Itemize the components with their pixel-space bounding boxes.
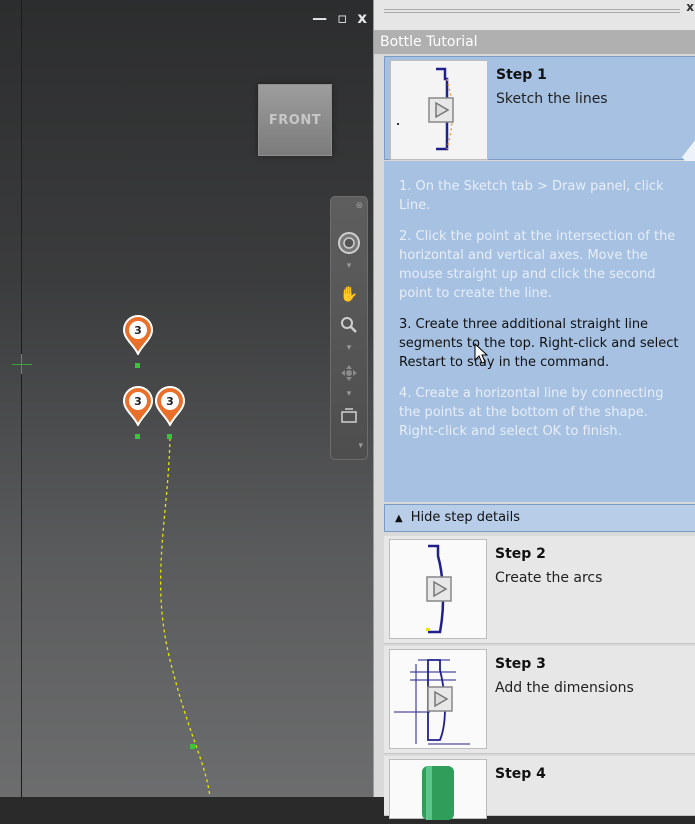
panel-drag-handle[interactable]: x xyxy=(374,0,695,30)
step-thumbnail[interactable] xyxy=(390,60,488,160)
sketch-point xyxy=(135,434,140,439)
sketch-canvas xyxy=(135,363,211,797)
step-description: Sketch the lines xyxy=(496,91,608,107)
step-description: Create the arcs xyxy=(495,570,603,586)
step-thumbnail[interactable] xyxy=(389,649,487,749)
pin-label: 3 xyxy=(129,392,147,410)
hide-details-label: Hide step details xyxy=(410,510,521,525)
collapse-triangle-icon: ▲ xyxy=(395,513,403,524)
detail-item: 2. Click the point at the intersection o… xyxy=(399,229,676,301)
step-thumbnail[interactable] xyxy=(389,539,487,639)
mouse-cursor-icon xyxy=(474,343,489,364)
constraint-pin[interactable]: 3 xyxy=(122,386,154,428)
sketch-point xyxy=(190,744,195,749)
step-thumbnail[interactable] xyxy=(389,759,487,820)
step-card-1[interactable]: Step 1 Sketch the lines xyxy=(384,56,695,175)
constraint-pin[interactable]: 3 xyxy=(122,315,154,357)
hide-step-details-button[interactable]: ▲ Hide step details xyxy=(384,504,695,532)
pin-label: 3 xyxy=(129,321,147,339)
constraint-pin[interactable]: 3 xyxy=(154,386,186,428)
sketch-spline xyxy=(160,437,211,797)
tutorial-panel: x Bottle Tutorial Step 1 Sketch the line… xyxy=(373,0,695,820)
pin-label: 3 xyxy=(161,392,179,410)
step-card-4[interactable]: Step 4 xyxy=(384,756,695,820)
grip-lines xyxy=(384,9,680,10)
step-card-3[interactable]: Step 3 Add the dimensions xyxy=(384,646,695,754)
detail-item: 4. Create a horizontal line by connectin… xyxy=(399,386,664,439)
step-card-2[interactable]: Step 2 Create the arcs xyxy=(384,536,695,644)
sketch-point xyxy=(167,434,172,439)
step-details: 1. On the Sketch tab > Draw panel, click… xyxy=(384,161,695,502)
step-title: Step 3 xyxy=(495,656,546,672)
step-description: Add the dimensions xyxy=(495,680,634,696)
step-title: Step 4 xyxy=(495,766,546,782)
panel-title: Bottle Tutorial xyxy=(374,30,695,54)
step-title: Step 2 xyxy=(495,546,546,562)
step-title: Step 1 xyxy=(496,67,547,83)
detail-item: 1. On the Sketch tab > Draw panel, click… xyxy=(399,179,664,213)
graphics-viewport[interactable]: — ▫ x FRONT ⊗ ▾ ✋ ▾ ▾ ▾ 3 3 3 xyxy=(0,0,373,797)
sketch-point xyxy=(135,363,140,368)
detail-item-active: 3. Create three additional straight line… xyxy=(399,317,679,370)
panel-close-button[interactable]: x xyxy=(686,0,694,14)
